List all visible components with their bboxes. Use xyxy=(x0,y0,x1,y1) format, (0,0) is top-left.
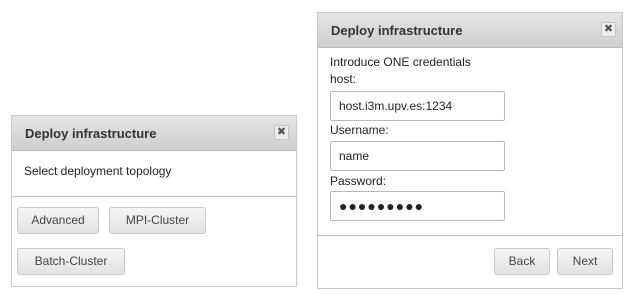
next-button[interactable]: Next xyxy=(557,248,613,275)
close-icon[interactable]: ✖ xyxy=(274,125,289,140)
dialog-titlebar: Deploy infrastructure ✖ xyxy=(318,13,622,48)
dialog-divider xyxy=(12,196,296,197)
topology-dialog: Deploy infrastructure ✖ Select deploymen… xyxy=(11,115,297,287)
credentials-dialog: Deploy infrastructure ✖ Introduce ONE cr… xyxy=(317,12,623,289)
topology-prompt: Select deployment topology xyxy=(24,164,172,178)
dialog-divider xyxy=(318,235,622,236)
close-icon[interactable]: ✖ xyxy=(601,22,616,37)
advanced-button[interactable]: Advanced xyxy=(17,207,99,234)
host-label: host: xyxy=(330,72,357,86)
username-field[interactable]: name xyxy=(330,141,505,171)
dialog-titlebar: Deploy infrastructure ✖ xyxy=(12,116,296,151)
username-label: Username: xyxy=(330,123,389,137)
credentials-intro: Introduce ONE credentials xyxy=(330,55,471,69)
dialog-title: Deploy infrastructure xyxy=(331,23,463,38)
host-field[interactable]: host.i3m.upv.es:1234 xyxy=(330,91,505,121)
mpi-cluster-button[interactable]: MPI-Cluster xyxy=(109,207,206,234)
password-field[interactable]: ●●●●●●●●● xyxy=(330,191,505,221)
back-button[interactable]: Back xyxy=(494,248,550,275)
dialog-title: Deploy infrastructure xyxy=(25,126,157,141)
password-label: Password: xyxy=(330,174,387,188)
screenshot-stage: Deploy infrastructure ✖ Select deploymen… xyxy=(0,0,627,295)
batch-cluster-button[interactable]: Batch-Cluster xyxy=(17,248,125,275)
